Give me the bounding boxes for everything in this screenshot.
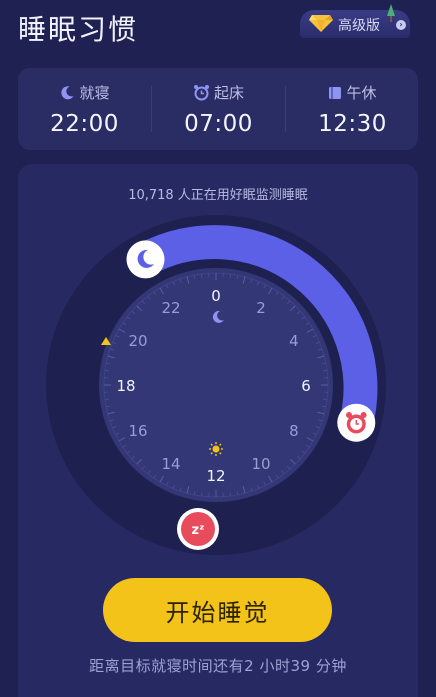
dial-hour-label: 8 — [289, 422, 299, 440]
dial-tick — [104, 369, 109, 372]
countdown-text: 距离目标就寝时间还有2 小时39 分钟 — [89, 657, 347, 675]
dial-hour-label: 22 — [161, 299, 180, 317]
dial-hour-label: 6 — [301, 377, 311, 395]
dial-hour-label: 18 — [116, 377, 135, 395]
bedtime-handle[interactable] — [126, 240, 165, 279]
dial-tick — [104, 398, 109, 401]
dial-hour-label: 2 — [256, 299, 266, 317]
dial-tick — [200, 273, 203, 278]
dial-hour-label: 10 — [251, 455, 270, 473]
dial-hour-label: 4 — [289, 332, 299, 350]
start-sleep-button[interactable]: 开始睡觉 — [103, 578, 332, 642]
dial-tick — [229, 273, 232, 278]
dial-tick — [229, 492, 232, 497]
dial-hour-label: 14 — [161, 455, 180, 473]
dial-hour-label: 0 — [211, 287, 221, 305]
dial-hour-label: 20 — [129, 332, 148, 350]
nap-handle[interactable]: zᶻ — [177, 508, 219, 550]
wakeup-handle[interactable] — [337, 403, 376, 442]
dial-tick — [323, 398, 328, 401]
dial-tick — [200, 492, 203, 497]
dial-tick — [323, 369, 328, 372]
dial-hour-label: 12 — [206, 467, 225, 485]
dial-hour-label: 16 — [129, 422, 148, 440]
zzz-icon: zᶻ — [192, 523, 205, 538]
